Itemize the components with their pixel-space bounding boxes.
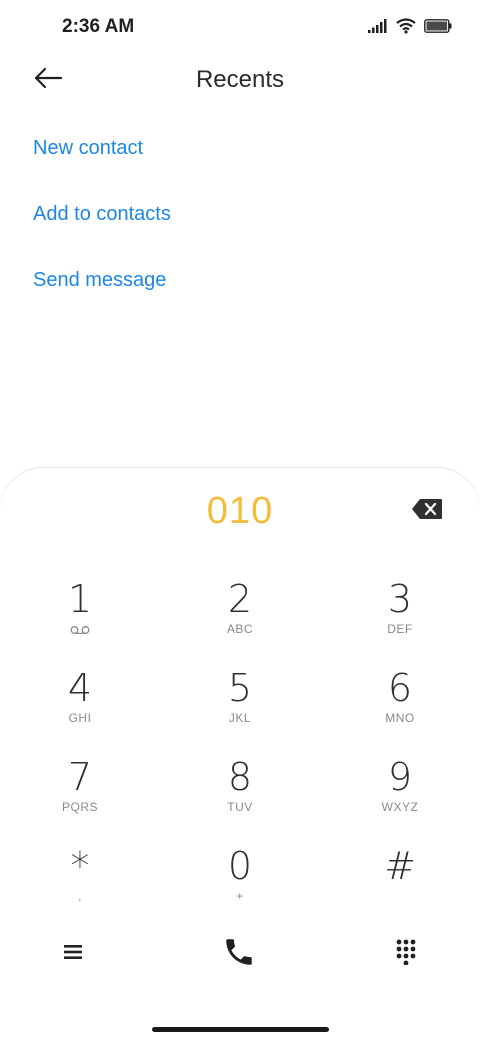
add-to-contacts-link[interactable]: Add to contacts [33,203,171,226]
key-7[interactable]: 7 PQRS [20,756,140,836]
new-contact-link[interactable]: New contact [33,137,143,160]
key-digit: 7 [67,755,93,799]
key-6[interactable]: 6 MNO [340,667,460,747]
key-digit: 5 [227,666,253,710]
backspace-button[interactable] [411,498,443,520]
key-digit: 6 [387,666,413,710]
key-letters: WXYZ [381,800,419,814]
key-digit: 9 [387,755,413,799]
battery-icon [424,19,452,38]
key-letters: , [78,889,82,903]
dialpad-icon [396,939,416,970]
status-time: 2:36 AM [62,16,135,37]
send-message-link[interactable]: Send message [33,269,166,292]
key-letters: PQRS [61,800,98,814]
menu-icon [63,943,83,966]
key-letters: DEF [387,622,413,636]
key-digit: 2 [227,577,253,621]
voicemail-icon [20,622,140,640]
key-letters: JKL [228,711,252,725]
home-indicator[interactable] [152,1027,329,1032]
key-2[interactable]: 2 ABC [180,578,300,658]
key-digit: 4 [67,666,93,710]
backspace-icon [411,499,443,524]
dialed-number: 010 [206,490,274,532]
keypad-toggle-button[interactable] [381,929,431,979]
menu-button[interactable] [48,929,98,979]
key-digit: * [70,844,90,888]
key-letters: MNO [385,711,415,725]
key-digit: 0 [227,844,253,888]
key-letters: ABC [226,622,254,636]
status-bar: 2:36 AM [0,0,480,56]
signal-icon [368,19,388,38]
key-digit: 8 [227,755,253,799]
call-button[interactable] [214,929,264,979]
key-3[interactable]: 3 DEF [340,578,460,658]
key-1[interactable]: 1 [20,578,140,658]
status-icons [368,18,452,39]
key-5[interactable]: 5 JKL [180,667,300,747]
key-4[interactable]: 4 GHI [20,667,140,747]
page-title: Recents [195,66,285,93]
key-letters: GHI [68,711,92,725]
key-8[interactable]: 8 TUV [180,756,300,836]
key-digit: 3 [387,577,413,621]
key-star[interactable]: * , [20,845,140,925]
key-9[interactable]: 9 WXYZ [340,756,460,836]
wifi-icon [396,18,416,39]
key-letters: TUV [227,800,253,814]
key-0[interactable]: 0 + [180,845,300,925]
phone-icon [222,935,256,974]
key-digit: 1 [67,577,93,621]
key-letters: + [236,889,244,903]
key-digit: # [384,844,416,888]
key-hash[interactable]: # [340,845,460,925]
